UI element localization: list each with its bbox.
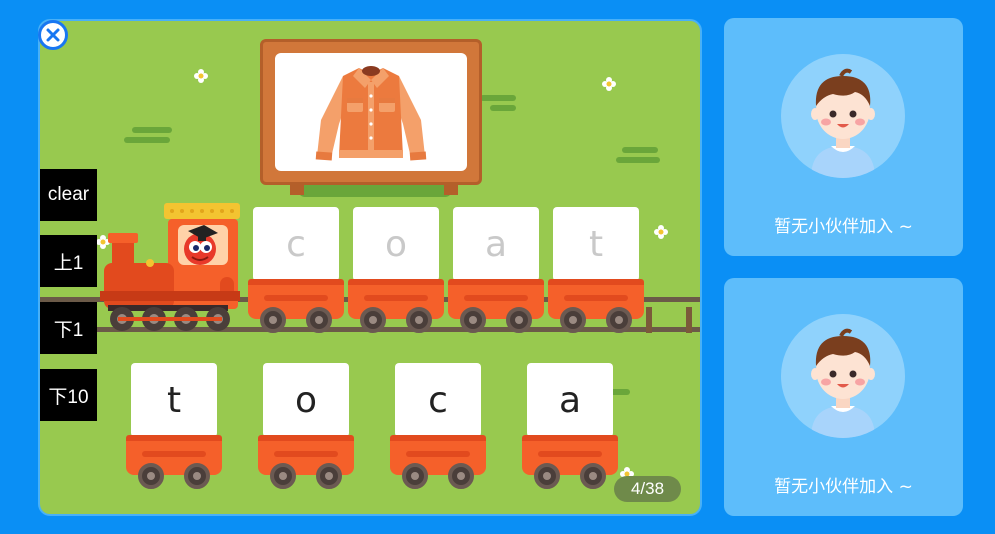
clear-button[interactable]: clear [40, 169, 97, 221]
rail-tie [646, 307, 652, 333]
wheel [138, 463, 164, 489]
rail-tie [686, 307, 692, 333]
locomotive-icon [100, 203, 240, 331]
wheel [316, 463, 342, 489]
flower-icon [654, 225, 668, 239]
wheel [460, 307, 486, 333]
partner-panel: 暂无小伙伴加入 ~ [724, 278, 963, 516]
choice-cart[interactable]: a [522, 363, 618, 493]
close-icon [46, 28, 60, 42]
wheel [580, 463, 606, 489]
partner-empty-label: 暂无小伙伴加入 ~ [774, 477, 913, 497]
wheel [402, 463, 428, 489]
picture-card [275, 53, 467, 171]
wheel [406, 307, 432, 333]
grass-decoration [480, 95, 516, 101]
boy-avatar-icon [781, 314, 905, 438]
word-letter-card: t [553, 207, 639, 281]
game-stage: c o a t t o c a [38, 19, 702, 516]
word-cart: o [348, 207, 444, 337]
wheel [534, 463, 560, 489]
grass-decoration [132, 127, 172, 133]
choice-cart[interactable]: o [258, 363, 354, 493]
grass-decoration [124, 137, 170, 143]
grass-decoration [490, 105, 516, 111]
wheel [506, 307, 532, 333]
wheel [270, 463, 296, 489]
wheel [306, 307, 332, 333]
grass-decoration [622, 147, 658, 153]
grass-decoration [616, 157, 660, 163]
choice-letter-card[interactable]: o [263, 363, 349, 437]
picture-frame [260, 39, 482, 185]
flower-icon [194, 69, 208, 83]
word-cart: c [248, 207, 344, 337]
choice-letter-card[interactable]: c [395, 363, 481, 437]
flower-icon [602, 77, 616, 91]
word-letter-card: c [253, 207, 339, 281]
choice-letter-card[interactable]: t [131, 363, 217, 437]
word-letter-card: a [453, 207, 539, 281]
next-10-button[interactable]: 下10 [40, 369, 97, 421]
close-button[interactable] [38, 20, 68, 50]
choice-cart[interactable]: c [390, 363, 486, 493]
partner-empty-label: 暂无小伙伴加入 ~ [774, 217, 913, 237]
wheel [260, 307, 286, 333]
word-cart: a [448, 207, 544, 337]
wheel [184, 463, 210, 489]
wheel [448, 463, 474, 489]
prev-1-button[interactable]: 上1 [40, 235, 97, 287]
frame-shadow [298, 183, 452, 197]
wheel [606, 307, 632, 333]
choice-cart[interactable]: t [126, 363, 222, 493]
word-letter-card: o [353, 207, 439, 281]
next-1-button[interactable]: 下1 [40, 302, 97, 354]
wheel [560, 307, 586, 333]
wheel [360, 307, 386, 333]
boy-avatar-icon [781, 54, 905, 178]
jacket-icon [315, 66, 427, 161]
partner-panel: 暂无小伙伴加入 ~ [724, 18, 963, 256]
choice-letter-card[interactable]: a [527, 363, 613, 437]
word-cart: t [548, 207, 644, 337]
progress-counter: 4/38 [614, 476, 681, 502]
